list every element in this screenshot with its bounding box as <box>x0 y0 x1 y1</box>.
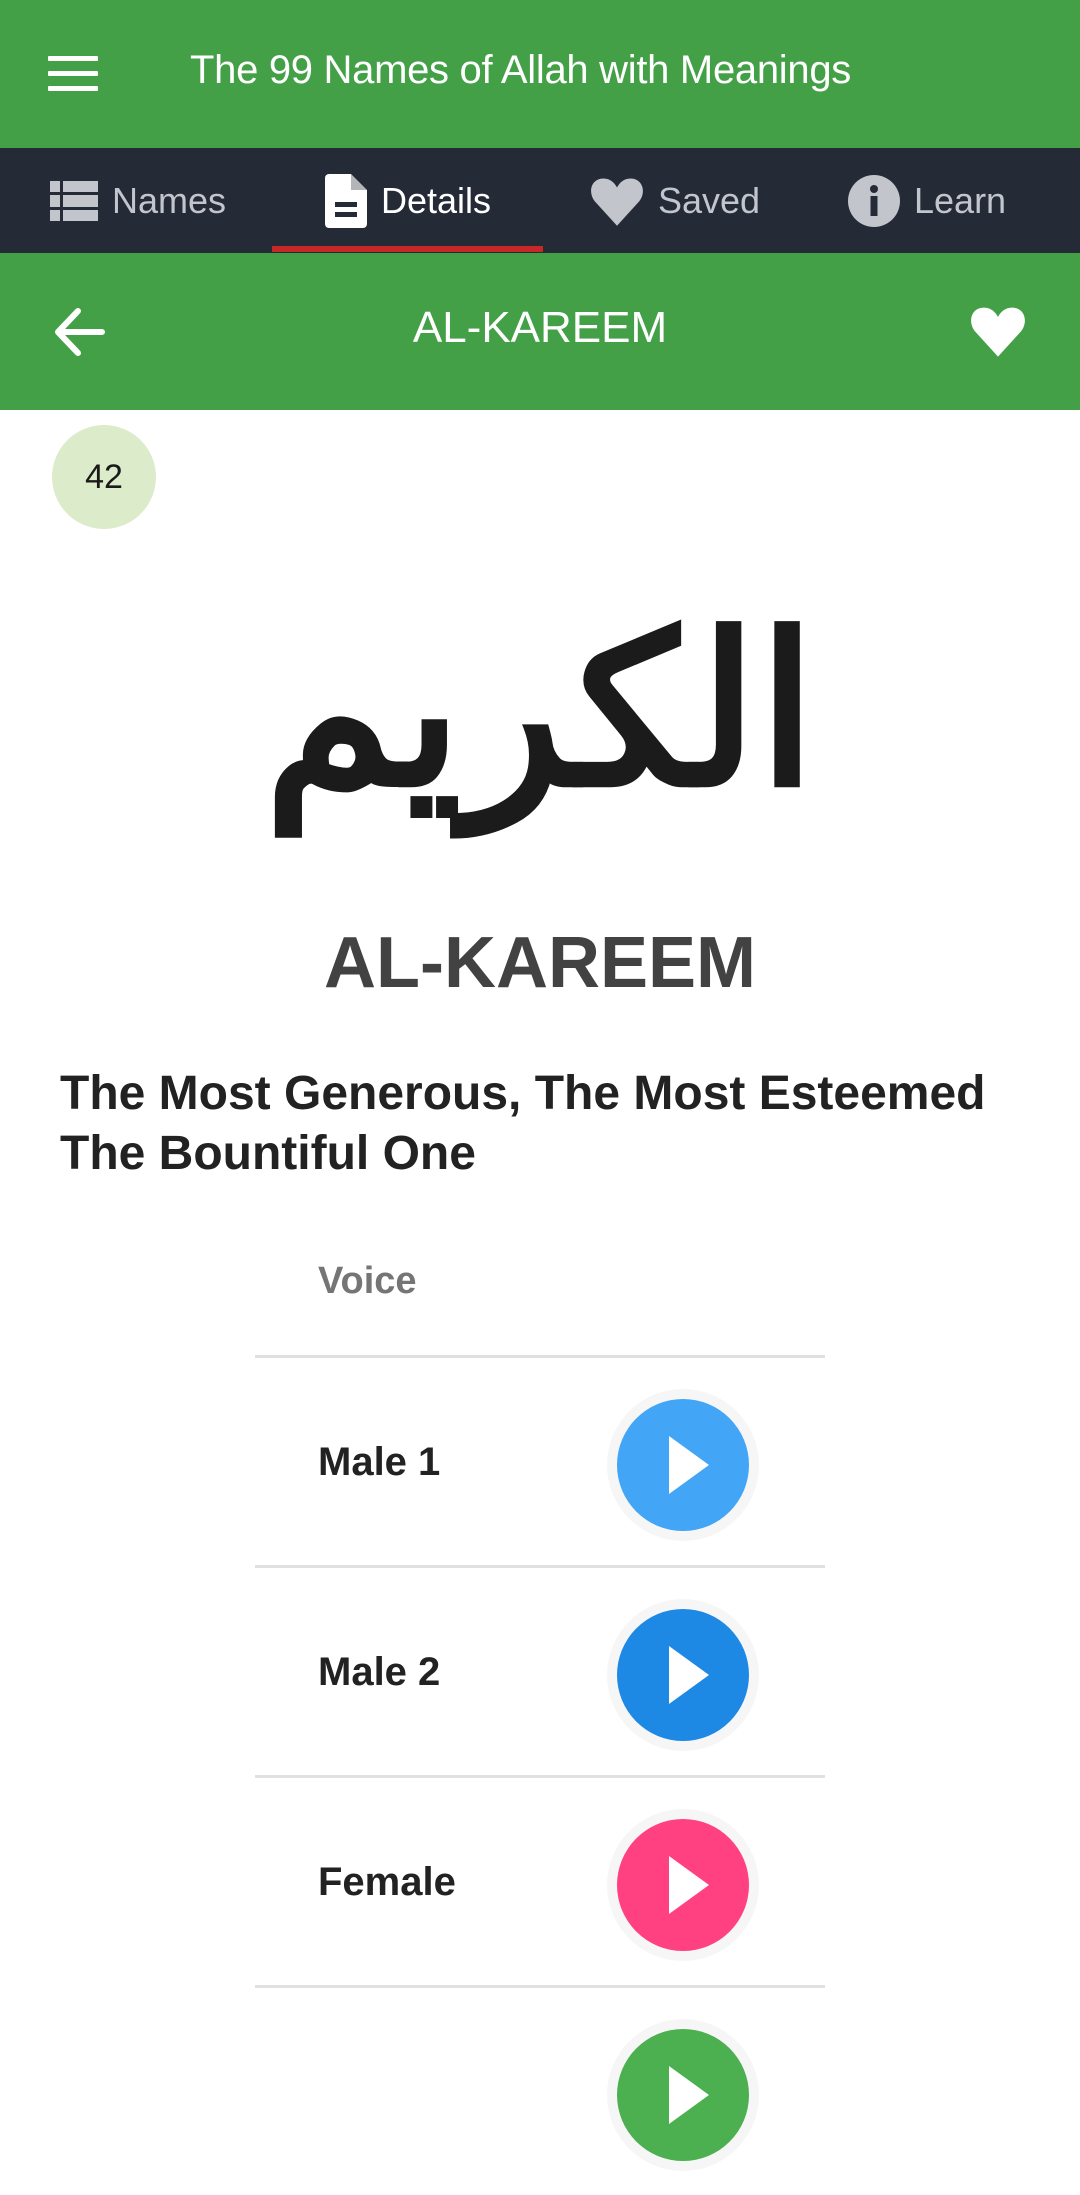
voice-label: Male 1 <box>318 1440 441 1484</box>
voice-header-label: Voice <box>318 1260 417 1302</box>
detail-title: AL-KAREEM <box>412 303 668 352</box>
voice-row: Female <box>255 1778 825 1988</box>
favorite-button[interactable] <box>970 305 1028 359</box>
voice-label: Female <box>318 1860 456 1904</box>
app-title: The 99 Names of Allah with Meanings <box>190 48 851 92</box>
play-icon <box>669 1646 709 1704</box>
play-button-male-1[interactable] <box>617 1399 749 1531</box>
arabic-calligraphy: الكريم <box>263 586 817 834</box>
document-icon <box>325 173 367 228</box>
play-button-female[interactable] <box>617 1819 749 1951</box>
active-tab-indicator <box>272 246 543 252</box>
play-button-male-2[interactable] <box>617 1609 749 1741</box>
tab-names[interactable]: Names <box>50 148 226 253</box>
tab-bar: Names Details Saved Learn <box>0 148 1080 253</box>
info-icon <box>848 174 900 227</box>
play-button[interactable] <box>617 2029 749 2161</box>
app-bar: The 99 Names of Allah with Meanings <box>0 0 1080 148</box>
tab-details[interactable]: Details <box>325 148 491 253</box>
meaning-line: The Bountiful One <box>60 1127 476 1180</box>
heart-icon <box>971 307 1025 357</box>
detail-header: AL-KAREEM <box>0 253 1080 410</box>
voice-table: Voice Male 1 Male 2 Female <box>255 1240 825 2195</box>
play-icon <box>669 1436 709 1494</box>
play-icon <box>669 2066 709 2124</box>
tab-label: Learn <box>914 179 1007 221</box>
tab-label: Details <box>381 179 492 221</box>
tab-label: Names <box>112 179 227 221</box>
voice-row: Male 1 <box>255 1358 825 1568</box>
voice-table-header: Voice <box>255 1240 825 1358</box>
play-icon <box>669 1856 709 1914</box>
tab-saved[interactable]: Saved <box>590 148 760 253</box>
name-number-badge: 42 <box>52 425 156 529</box>
name-meaning: The Most Generous, The Most Esteemed The… <box>60 1064 1040 1184</box>
list-icon <box>50 180 98 221</box>
voice-label: Male 2 <box>318 1650 441 1694</box>
meaning-line: The Most Generous, The Most Esteemed <box>60 1067 986 1120</box>
voice-row <box>255 1988 825 2195</box>
name-heading: AL-KAREEM <box>324 923 756 1003</box>
heart-icon <box>591 178 643 226</box>
tab-learn[interactable]: Learn <box>848 148 1006 253</box>
tab-label: Saved <box>658 179 761 221</box>
hamburger-menu-icon[interactable] <box>48 56 98 92</box>
voice-row: Male 2 <box>255 1568 825 1778</box>
